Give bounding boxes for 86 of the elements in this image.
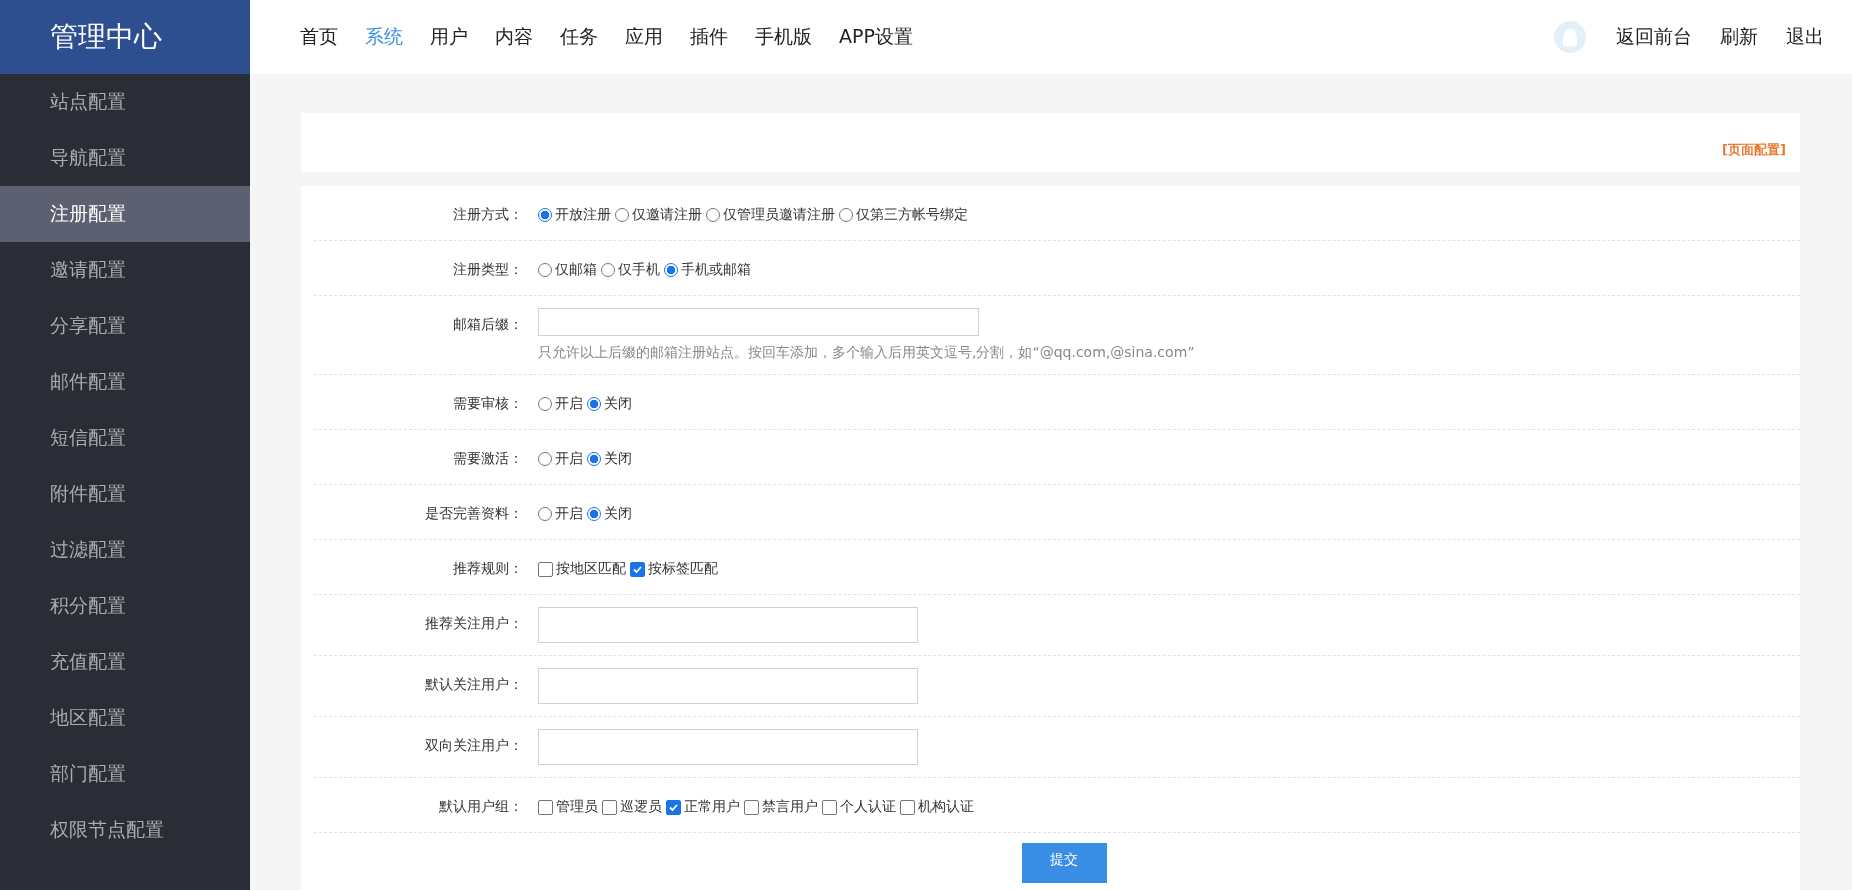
sidebar-item[interactable]: 充值配置 [0, 634, 250, 690]
sidebar-item[interactable]: 权限节点配置 [0, 802, 250, 858]
option-label: 禁言用户 [762, 798, 818, 816]
nav-tab[interactable]: 系统 [365, 24, 403, 50]
radio-button[interactable] [587, 507, 601, 521]
nav-tab[interactable]: 内容 [495, 24, 533, 50]
option-label: 仅邀请注册 [632, 206, 702, 224]
option-label: 巡逻员 [620, 798, 662, 816]
option-label: 手机或邮箱 [681, 261, 751, 279]
nav-tab[interactable]: 应用 [625, 24, 663, 50]
field-label: 需要激活： [452, 449, 523, 468]
submit-button[interactable]: 提交 [1021, 843, 1107, 883]
field-label: 是否完善资料： [424, 504, 523, 523]
radio-button[interactable] [587, 397, 601, 411]
sidebar-item[interactable]: 短信配置 [0, 410, 250, 466]
field-label: 双向关注用户： [424, 736, 523, 755]
checkbox[interactable] [822, 799, 837, 815]
option-label: 开启 [555, 395, 583, 413]
option-label: 关闭 [604, 505, 632, 523]
field-label: 注册类型： [452, 260, 523, 279]
sidebar-item[interactable]: 部门配置 [0, 746, 250, 802]
sidebar-item[interactable]: 站点配置 [0, 74, 250, 130]
sidebar-item[interactable]: 附件配置 [0, 466, 250, 522]
radio-button[interactable] [538, 263, 552, 277]
field-label: 默认用户组： [438, 797, 523, 816]
nav-tab[interactable]: 用户 [430, 24, 468, 50]
nav-tab[interactable]: 任务 [560, 24, 598, 50]
nav-tab[interactable]: 首页 [300, 24, 338, 50]
nav-tab[interactable]: 插件 [690, 24, 728, 50]
field-label: 邮箱后缀： [452, 315, 523, 334]
option-label: 仅第三方帐号绑定 [856, 206, 968, 224]
sidebar-item[interactable]: 导航配置 [0, 130, 250, 186]
input-field[interactable] [538, 308, 979, 336]
sidebar-item[interactable]: 邀请配置 [0, 242, 250, 298]
radio-button[interactable] [839, 208, 853, 222]
radio-button[interactable] [538, 452, 552, 466]
option-label: 开启 [555, 450, 583, 468]
option-label: 开启 [555, 505, 583, 523]
sidebar-item[interactable]: 注册配置 [0, 186, 250, 242]
field-label: 默认关注用户： [424, 675, 523, 694]
radio-button[interactable] [538, 397, 552, 411]
checkbox[interactable] [538, 561, 553, 577]
input-field[interactable] [538, 668, 918, 704]
option-label: 按地区匹配 [556, 560, 626, 578]
radio-button[interactable] [664, 263, 678, 277]
header-link[interactable]: 返回前台 [1616, 24, 1692, 50]
input-field[interactable] [538, 729, 918, 765]
checkbox[interactable] [666, 799, 681, 815]
header-link[interactable]: 刷新 [1720, 24, 1758, 50]
nav-tab[interactable]: 手机版 [755, 24, 812, 50]
app-title: 管理中心 [0, 0, 250, 74]
field-label: 推荐规则： [452, 559, 523, 578]
option-label: 机构认证 [918, 798, 974, 816]
option-label: 仅邮箱 [555, 261, 597, 279]
option-label: 关闭 [604, 450, 632, 468]
nav-tab[interactable]: APP设置 [839, 24, 913, 50]
radio-button[interactable] [615, 208, 629, 222]
hint-text: 只允许以上后缀的邮箱注册站点。按回车添加，多个输入后用英文逗号,分割，如“@qq.com,@sina.com” [538, 344, 1196, 362]
checkbox[interactable] [900, 799, 915, 815]
radio-button[interactable] [587, 452, 601, 466]
option-label: 按标签匹配 [648, 560, 718, 578]
sidebar-item[interactable]: 积分配置 [0, 578, 250, 634]
checkbox[interactable] [744, 799, 759, 815]
option-label: 正常用户 [684, 798, 740, 816]
checkbox[interactable] [602, 799, 617, 815]
radio-button[interactable] [601, 263, 615, 277]
sidebar-item[interactable]: 地区配置 [0, 690, 250, 746]
checkbox[interactable] [538, 799, 553, 815]
sidebar-item[interactable]: 过滤配置 [0, 522, 250, 578]
header-link[interactable]: 退出 [1786, 24, 1824, 50]
sidebar-item[interactable]: 邮件配置 [0, 354, 250, 410]
option-label: 仅手机 [618, 261, 660, 279]
option-label: 关闭 [604, 395, 632, 413]
radio-button[interactable] [538, 208, 552, 222]
radio-button[interactable] [706, 208, 720, 222]
radio-button[interactable] [538, 507, 552, 521]
option-label: 管理员 [556, 798, 598, 816]
input-field[interactable] [538, 607, 918, 643]
option-label: 个人认证 [840, 798, 896, 816]
option-label: 仅管理员邀请注册 [723, 206, 835, 224]
sidebar-item[interactable]: 分享配置 [0, 298, 250, 354]
field-label: 需要审核： [452, 394, 523, 413]
field-label: 推荐关注用户： [424, 614, 523, 633]
field-label: 注册方式： [452, 205, 523, 224]
checkbox[interactable] [630, 561, 645, 577]
option-label: 开放注册 [555, 206, 611, 224]
